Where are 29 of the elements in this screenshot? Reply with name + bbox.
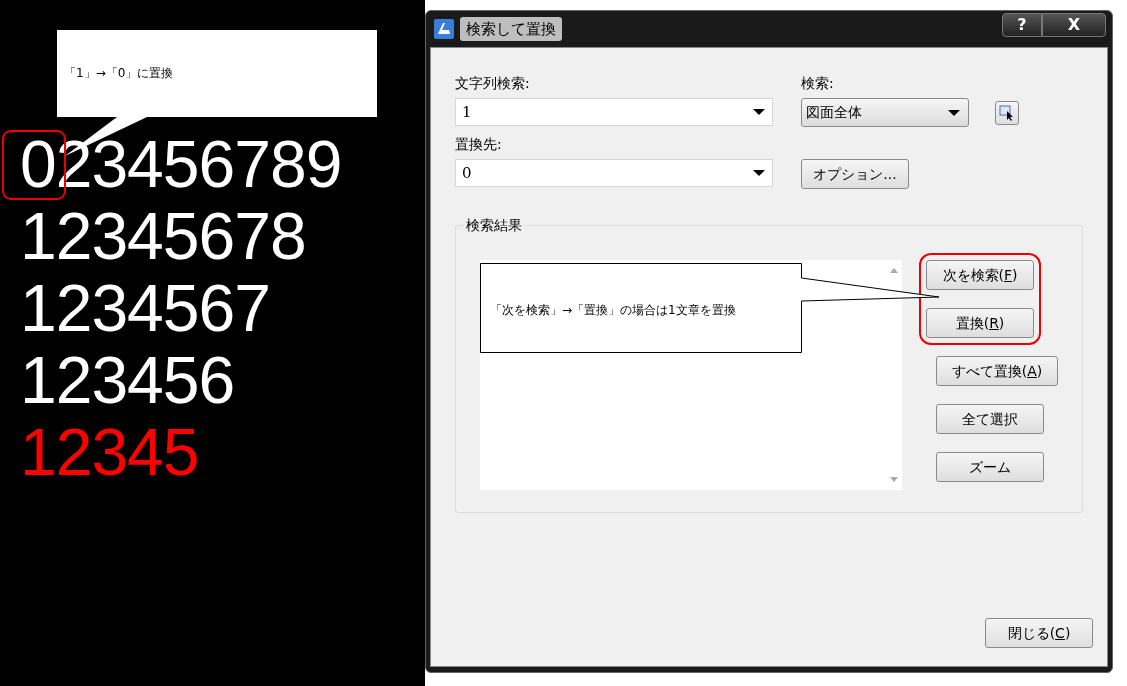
action-button[interactable]: 次を検索(F) (926, 260, 1034, 290)
help-button[interactable]: ? (1002, 13, 1042, 37)
app-logo-icon (434, 19, 454, 39)
callout-text: 「次を検索」→「置換」の場合は1文章を置換 (490, 302, 736, 319)
number-row-text: 123456 (20, 344, 236, 416)
field-label: 文字列検索: (455, 74, 531, 93)
field-label: 検索: (801, 74, 835, 93)
field-label: 置換先: (455, 135, 503, 154)
close-dialog-button[interactable]: 閉じる(C) (985, 618, 1093, 648)
number-row-text: 12345 (20, 416, 200, 488)
action-button[interactable]: 置換(R) (926, 308, 1034, 338)
window-title: 検索して置換 (460, 16, 562, 42)
scope-dropdown[interactable]: 図面全体 (801, 98, 969, 127)
number-row-text: 12345678 (20, 200, 307, 272)
scroll-down-arrow-icon[interactable] (890, 477, 898, 482)
dropdown-arrow-icon (948, 109, 960, 116)
dropdown-arrow-icon[interactable] (753, 170, 765, 176)
replace-combobox[interactable]: 0 (455, 159, 773, 187)
callout-text: 「1」→「0」に置換 (64, 65, 174, 82)
close-button[interactable]: X (1042, 13, 1106, 37)
action-button[interactable]: ズーム (936, 452, 1044, 482)
action-button[interactable]: 全て選択 (936, 404, 1044, 434)
select-objects-button[interactable] (995, 100, 1019, 125)
number-row-text: 1234567 (20, 272, 271, 344)
find-combobox[interactable]: 1 (455, 98, 773, 126)
dropdown-arrow-icon[interactable] (753, 109, 765, 115)
action-button[interactable]: すべて置換(A) (936, 356, 1058, 386)
options-button[interactable]: オプション... (801, 159, 909, 189)
scroll-up-arrow-icon[interactable] (890, 268, 898, 273)
